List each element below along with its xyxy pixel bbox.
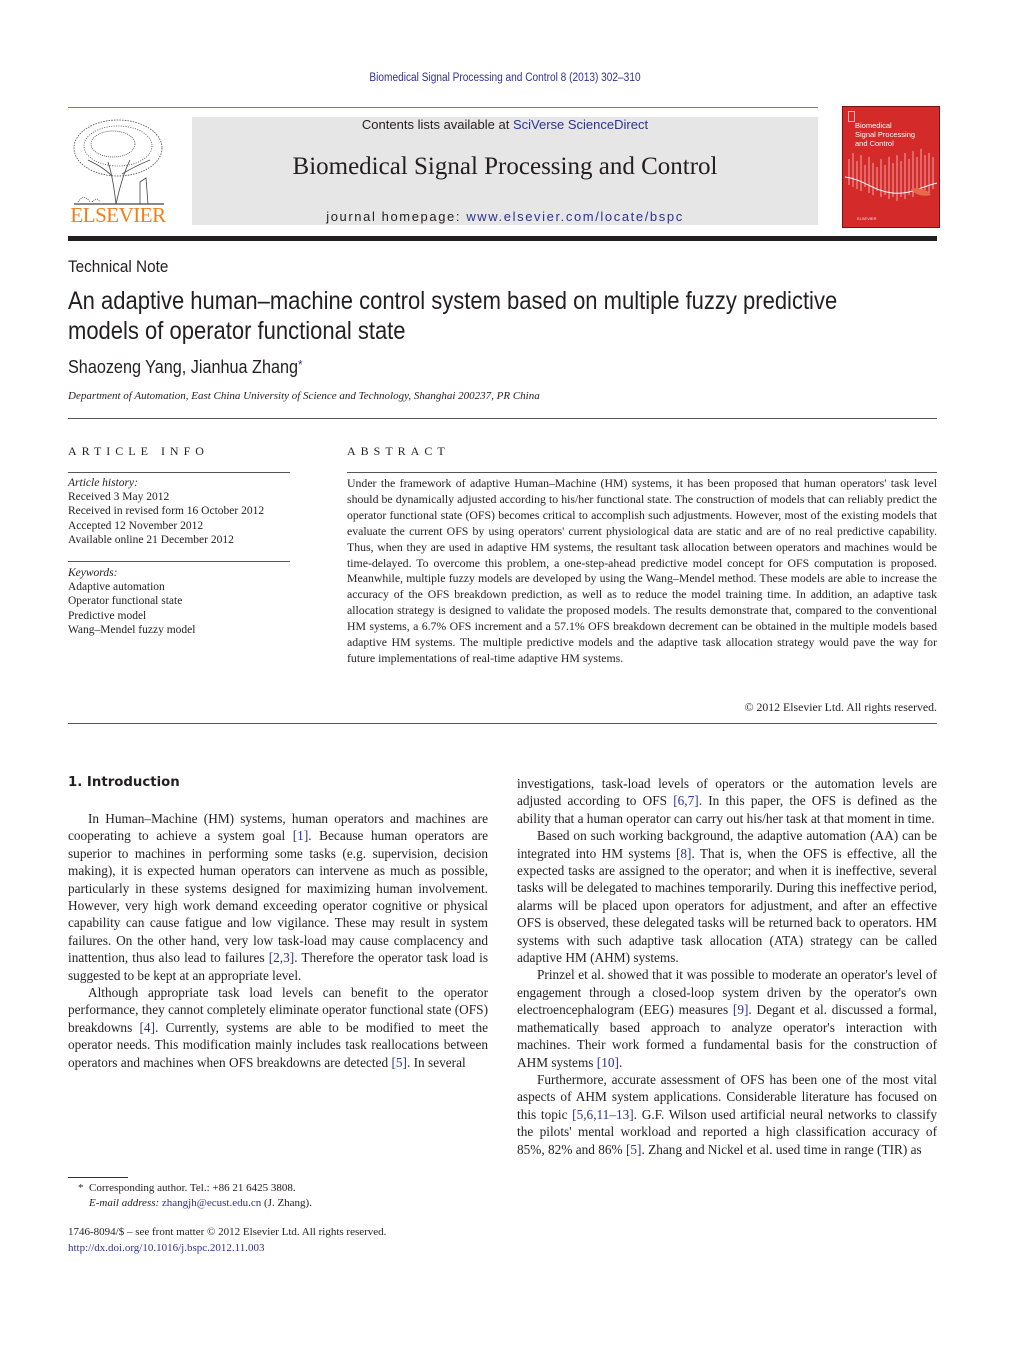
cover-signal-graphic: ELSEVIER <box>844 149 938 221</box>
footnote-rule <box>68 1177 128 1178</box>
citation-link[interactable]: [5,6,11–13] <box>572 1107 634 1122</box>
elsevier-wordmark: ELSEVIER <box>70 203 166 227</box>
contents-prefix: Contents lists available at <box>361 117 513 132</box>
citation-link[interactable]: [1] <box>293 828 309 843</box>
body-text: . In several <box>406 1054 466 1070</box>
divider <box>68 472 290 473</box>
body-text: . Zhang and Nickel et al. used time in r… <box>641 1141 922 1157</box>
running-head[interactable]: Biomedical Signal Processing and Control… <box>61 72 950 84</box>
homepage-line: journal homepage: www.elsevier.com/locat… <box>192 209 818 224</box>
body-text: . <box>618 1054 623 1070</box>
body-paragraph: Although appropriate task load levels ca… <box>68 984 488 1071</box>
article-type: Technical Note <box>68 257 169 276</box>
sciencedirect-link[interactable]: SciVerse ScienceDirect <box>513 117 648 132</box>
keyword: Predictive model <box>68 609 147 622</box>
body-text: . That is, when the OFS is effective, al… <box>517 845 937 966</box>
email-link[interactable]: zhangjh@ecust.edu.cn <box>162 1197 261 1209</box>
keywords-label: Keywords: <box>68 567 118 579</box>
article-info-label: ARTICLE INFO <box>68 444 209 458</box>
history-item: Received in revised form 16 October 2012 <box>68 505 265 518</box>
divider <box>68 561 290 562</box>
authors[interactable]: Shaozeng Yang, Jianhua Zhang <box>68 357 298 377</box>
keywords: Keywords: Adaptive automation Operator f… <box>68 566 195 637</box>
affiliation: Department of Automation, East China Uni… <box>68 390 540 402</box>
homepage-link[interactable]: www.elsevier.com/locate/bspc <box>466 209 683 224</box>
divider <box>68 723 937 724</box>
citation-link[interactable]: [6,7] <box>673 793 698 808</box>
citation-link[interactable]: [5] <box>391 1055 407 1070</box>
corresponding-author-mark[interactable]: * <box>298 357 303 372</box>
body-column-right: investigations, task-load levels of oper… <box>517 775 937 1158</box>
divider <box>68 418 937 419</box>
header-thick-rule <box>68 236 937 241</box>
header-rule <box>68 107 818 108</box>
email-line: E-mail address: zhangjh@ecust.edu.cn (J.… <box>78 1196 312 1211</box>
abstract-text: Under the framework of adaptive Human–Ma… <box>347 476 937 665</box>
body-paragraph: investigations, task-load levels of oper… <box>517 775 937 827</box>
citation-link[interactable]: [4] <box>140 1020 156 1035</box>
keyword: Adaptive automation <box>68 581 165 594</box>
email-label: E-mail address: <box>89 1197 162 1209</box>
history-item: Accepted 12 November 2012 <box>68 519 204 532</box>
corresponding-author-text: Corresponding author. Tel.: +86 21 6425 … <box>89 1182 296 1194</box>
article-title: An adaptive human–machine control system… <box>68 287 838 345</box>
footnote-mark: * <box>78 1182 84 1194</box>
abstract-label: ABSTRACT <box>347 444 450 458</box>
body-paragraph: In Human–Machine (HM) systems, human ope… <box>68 810 488 984</box>
abstract-copyright: © 2012 Elsevier Ltd. All rights reserved… <box>744 700 937 714</box>
citation-link[interactable]: [9] <box>733 1002 749 1017</box>
body-paragraph: Prinzel et al. showed that it was possib… <box>517 966 937 1070</box>
body-text: . Because human operators are superior t… <box>68 828 488 966</box>
issn-line: 1746-8094/$ – see front matter © 2012 El… <box>68 1226 387 1238</box>
author-list: Shaozeng Yang, Jianhua Zhang* <box>68 357 303 378</box>
citation-link[interactable]: [5] <box>626 1142 642 1157</box>
email-suffix: (J. Zhang). <box>261 1197 312 1209</box>
doi-link[interactable]: http://dx.doi.org/10.1016/j.bspc.2012.11… <box>68 1241 386 1257</box>
homepage-prefix: journal homepage: <box>326 209 467 224</box>
body-paragraph: Furthermore, accurate assessment of OFS … <box>517 1071 937 1158</box>
history-item: Available online 21 December 2012 <box>68 533 234 546</box>
elsevier-logo[interactable]: ELSEVIER <box>68 116 168 228</box>
citation-link[interactable]: [8] <box>676 846 692 861</box>
front-matter: 1746-8094/$ – see front matter © 2012 El… <box>68 1225 386 1256</box>
elsevier-tree-icon <box>73 119 164 205</box>
keyword: Operator functional state <box>68 595 183 608</box>
history-label: Article history: <box>68 477 138 489</box>
keyword: Wang–Mendel fuzzy model <box>68 623 196 636</box>
body-paragraph: Based on such working background, the ad… <box>517 827 937 966</box>
corresponding-author-note: * Corresponding author. Tel.: +86 21 642… <box>78 1181 312 1196</box>
journal-banner: Contents lists available at SciVerse Sci… <box>192 117 818 225</box>
section-heading-introduction: 1. Introduction <box>68 775 180 790</box>
footnote: * Corresponding author. Tel.: +86 21 642… <box>78 1181 312 1211</box>
journal-title: Biomedical Signal Processing and Control <box>292 153 718 180</box>
contents-line: Contents lists available at SciVerse Sci… <box>192 117 818 132</box>
history-item: Received 3 May 2012 <box>68 491 170 504</box>
journal-cover[interactable]: Biomedical Signal Processing and Control… <box>842 106 940 228</box>
citation-link[interactable]: [2,3] <box>269 950 294 965</box>
divider <box>347 472 937 473</box>
article-history: Article history: Received 3 May 2012 Rec… <box>68 476 264 547</box>
body-column-left: In Human–Machine (HM) systems, human ope… <box>68 810 488 1071</box>
citation-link[interactable]: [10] <box>597 1055 619 1070</box>
svg-text:ELSEVIER: ELSEVIER <box>857 216 877 221</box>
